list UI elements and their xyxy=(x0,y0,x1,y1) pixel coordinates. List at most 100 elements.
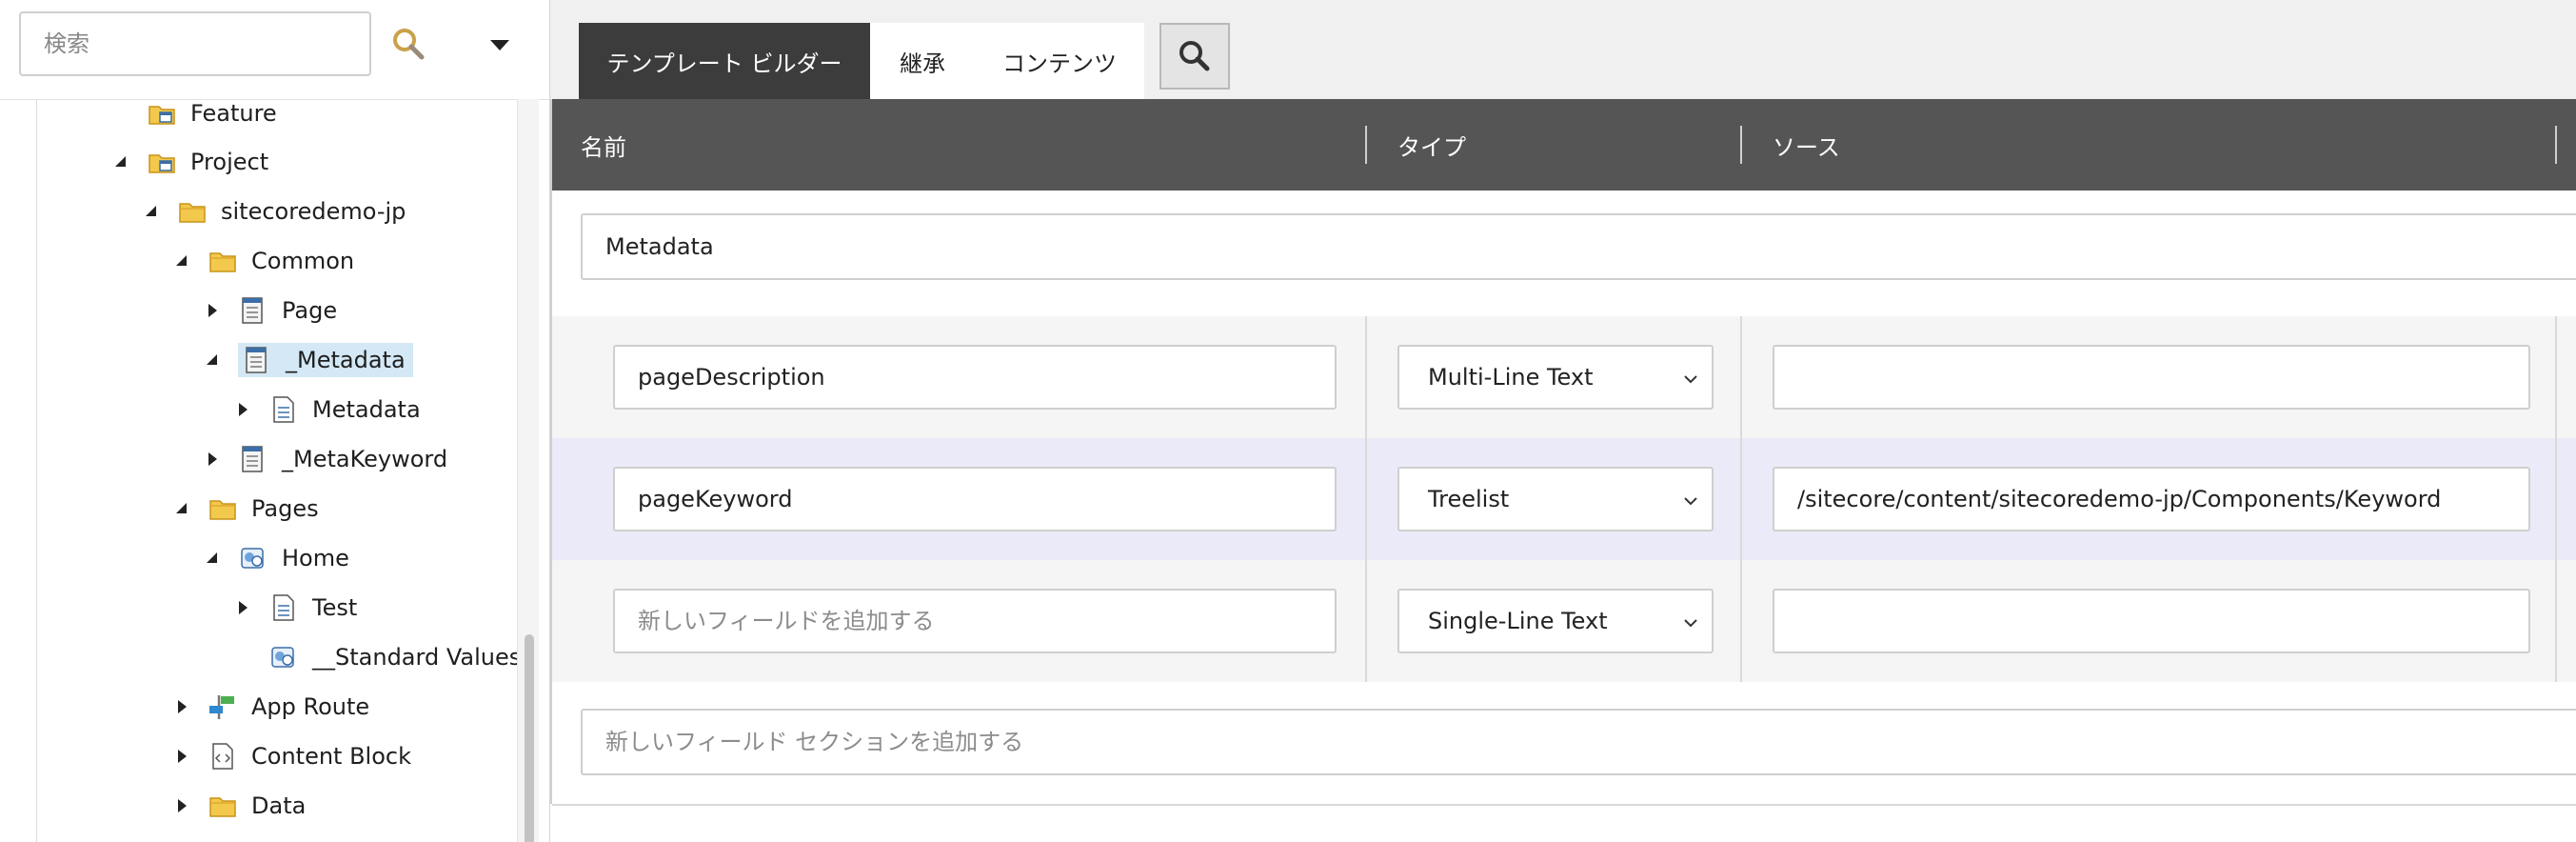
expand-arrow-icon[interactable] xyxy=(234,599,251,616)
tree-item-metadata-section[interactable]: Metadata xyxy=(234,388,425,431)
field-type-select[interactable]: Multi-Line Text xyxy=(1397,345,1714,410)
content-tree-pane: Feature Project sitecoredemo-jp Common P… xyxy=(0,0,550,842)
tree-item-metadata-template[interactable]: _Metadata xyxy=(204,338,413,382)
field-source-input[interactable] xyxy=(1773,467,2530,531)
field-name-input[interactable] xyxy=(613,345,1337,410)
field-type-value: Multi-Line Text xyxy=(1428,364,1594,391)
field-type-value: Treelist xyxy=(1428,486,1510,512)
tree-item-project[interactable]: Project xyxy=(112,140,272,184)
template-folder-icon xyxy=(147,98,177,129)
chevron-down-icon xyxy=(1684,497,1697,506)
chevron-down-icon xyxy=(1684,619,1697,628)
tree-item-common[interactable]: Common xyxy=(173,239,358,283)
field-type-select[interactable]: Treelist xyxy=(1397,467,1714,531)
tree-item-metakeyword[interactable]: _MetaKeyword xyxy=(204,437,451,481)
column-separator xyxy=(1365,560,1367,682)
template-builder-pane: テンプレート ビルダー 継承 コンテンツ 名前 タイプ ソース Mult xyxy=(550,0,2576,842)
tree-item-label: Common xyxy=(251,248,355,274)
template-icon xyxy=(242,345,272,375)
tree-item-label: Page xyxy=(282,297,338,324)
section-icon xyxy=(268,394,299,425)
tree-item-label: Home xyxy=(282,545,349,571)
header-separator xyxy=(1740,126,1742,164)
collapse-arrow-icon[interactable] xyxy=(173,252,190,270)
tab-content[interactable]: コンテンツ xyxy=(975,23,1144,99)
column-separator xyxy=(2555,316,2557,438)
new-section-input[interactable] xyxy=(581,709,2576,775)
collapse-arrow-icon[interactable] xyxy=(143,203,160,220)
folder-icon xyxy=(177,196,208,227)
tree-item-app-route[interactable]: App Route xyxy=(173,685,373,729)
tab-template-builder[interactable]: テンプレート ビルダー xyxy=(579,23,870,99)
expand-arrow-icon[interactable] xyxy=(204,451,221,468)
search-button[interactable] xyxy=(1159,23,1230,90)
field-source-input[interactable] xyxy=(1773,589,2530,653)
header-name: 名前 xyxy=(581,133,626,161)
tree-item-feature[interactable]: Feature xyxy=(112,91,281,135)
tree-item-content-block[interactable]: Content Block xyxy=(173,734,415,778)
add-section-row xyxy=(552,682,2576,806)
header-separator xyxy=(1365,126,1367,164)
scrollbar-thumb[interactable] xyxy=(525,634,534,842)
tree-item-label: Test xyxy=(312,594,358,621)
template-icon xyxy=(238,444,268,474)
section-name-input[interactable] xyxy=(581,213,2576,280)
expand-arrow-icon[interactable] xyxy=(173,748,190,765)
field-row: Treelist xyxy=(552,438,2576,561)
field-source-input[interactable] xyxy=(1773,345,2530,410)
chevron-down-icon xyxy=(1684,375,1697,384)
tree-item-label: _MetaKeyword xyxy=(282,446,448,472)
tree-item-sitecoredemo-jp[interactable]: sitecoredemo-jp xyxy=(143,190,409,233)
tree-item-label: Project xyxy=(190,149,269,175)
new-field-name-input[interactable] xyxy=(613,589,1337,653)
tree-item-page[interactable]: Page xyxy=(204,289,341,332)
tab-inheritance[interactable]: 継承 xyxy=(870,23,975,99)
expand-arrow-icon[interactable] xyxy=(234,401,251,418)
template-icon xyxy=(238,295,268,326)
tree-search-input[interactable] xyxy=(19,11,371,76)
tab-bar: テンプレート ビルダー 継承 コンテンツ xyxy=(550,0,2576,100)
field-name-input[interactable] xyxy=(613,467,1337,531)
expand-arrow-icon[interactable] xyxy=(204,302,221,319)
new-field-row: Single-Line Text xyxy=(552,560,2576,683)
selected-highlight: _Metadata xyxy=(238,343,413,377)
expand-arrow-icon[interactable] xyxy=(173,797,190,814)
collapse-arrow-icon[interactable] xyxy=(204,351,221,369)
tree-guide-line xyxy=(36,100,37,842)
content-block-icon xyxy=(208,741,238,772)
tree-item-data[interactable]: Data xyxy=(173,784,309,828)
expand-arrow-icon[interactable] xyxy=(173,698,190,715)
section-icon xyxy=(268,592,299,623)
page-template-icon xyxy=(238,543,268,573)
column-separator xyxy=(1740,560,1742,682)
field-row: Multi-Line Text xyxy=(552,316,2576,439)
header-separator xyxy=(2555,126,2557,164)
column-separator xyxy=(2555,560,2557,682)
folder-icon xyxy=(208,246,238,276)
tree-item-standard-values[interactable]: __Standard Values xyxy=(234,635,525,679)
folder-icon xyxy=(208,791,238,821)
field-type-value: Single-Line Text xyxy=(1428,608,1608,634)
tree-item-test[interactable]: Test xyxy=(234,586,361,630)
collapse-arrow-icon[interactable] xyxy=(204,550,221,567)
tree-scrollbar[interactable] xyxy=(517,99,539,842)
column-separator xyxy=(1740,316,1742,438)
tree-item-label: Metadata xyxy=(312,396,421,423)
column-separator xyxy=(1365,438,1367,560)
column-separator xyxy=(2555,438,2557,560)
tree-item-label: _Metadata xyxy=(286,347,406,373)
tree-item-pages[interactable]: Pages xyxy=(173,487,323,531)
column-separator xyxy=(1740,438,1742,560)
tree-item-home[interactable]: Home xyxy=(204,536,353,580)
template-folder-icon xyxy=(147,147,177,177)
tree-item-label: Data xyxy=(251,792,307,819)
column-separator xyxy=(1365,316,1367,438)
collapse-arrow-icon[interactable] xyxy=(112,153,129,170)
search-icon[interactable] xyxy=(386,21,433,69)
field-type-select[interactable]: Single-Line Text xyxy=(1397,589,1714,653)
tree-item-label: __Standard Values xyxy=(312,644,522,671)
section-row xyxy=(552,190,2576,317)
chevron-down-icon[interactable] xyxy=(476,23,524,65)
header-source: ソース xyxy=(1773,133,1840,161)
collapse-arrow-icon[interactable] xyxy=(173,500,190,517)
